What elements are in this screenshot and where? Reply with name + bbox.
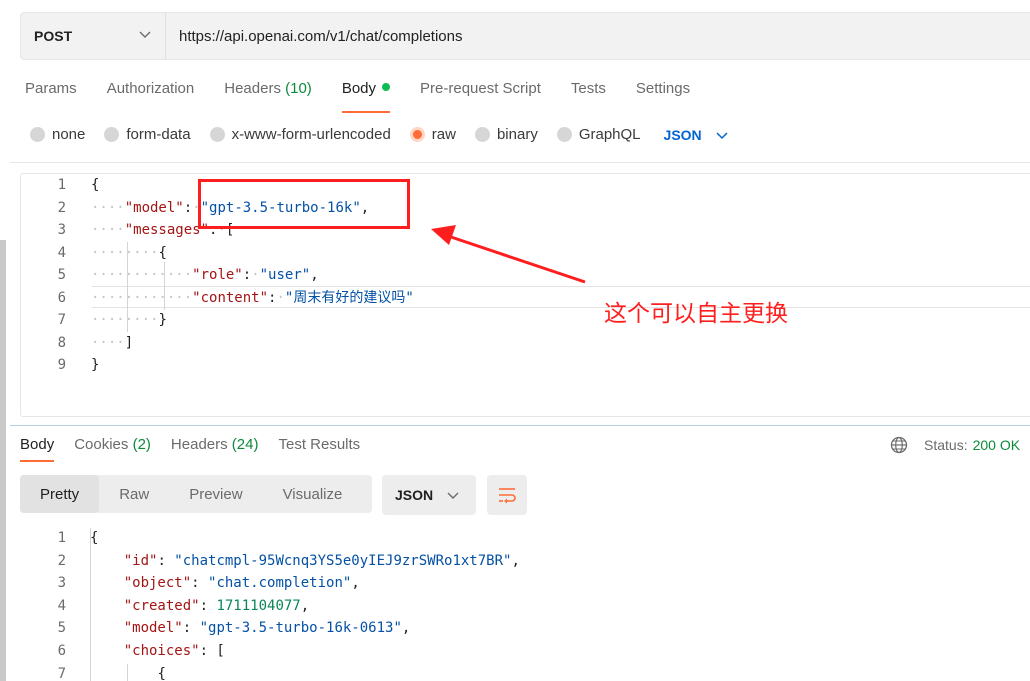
tab-settings[interactable]: Settings <box>636 80 690 106</box>
radio-none[interactable]: none <box>30 126 85 143</box>
url-input[interactable]: https://api.openai.com/v1/chat/completio… <box>166 28 463 45</box>
wrap-lines-icon <box>499 488 516 504</box>
code-line-1: { <box>91 177 100 193</box>
view-mode-raw[interactable]: Raw <box>99 475 169 513</box>
response-line-7: { <box>157 665 166 681</box>
response-tab-cookies[interactable]: Cookies (2) <box>74 436 151 453</box>
radio-graphql[interactable]: GraphQL <box>556 126 641 143</box>
radio-circle <box>209 127 225 142</box>
status-value: 200 OK <box>972 437 1021 453</box>
radio-circle-selected <box>409 127 425 142</box>
chevron-down-icon <box>139 31 151 38</box>
status-label: Status: <box>924 437 968 453</box>
code-line-6: ············"content":·"周末有好的建议吗" <box>91 289 414 306</box>
radio-x-www-form-urlencoded[interactable]: x-www-form-urlencoded <box>209 126 391 143</box>
response-tab-test-results[interactable]: Test Results <box>278 436 360 453</box>
response-line-5: "model": "gpt-3.5-turbo-16k-0613", <box>123 620 411 637</box>
tab-tests[interactable]: Tests <box>571 80 606 106</box>
wrap-lines-button[interactable] <box>487 475 527 515</box>
cookies-count: (2) <box>132 436 151 453</box>
radio-form-data[interactable]: form-data <box>104 126 191 143</box>
tab-pre-request-script[interactable]: Pre-request Script <box>420 80 541 106</box>
radio-raw[interactable]: raw <box>409 126 456 143</box>
response-tab-headers[interactable]: Headers (24) <box>171 436 259 453</box>
view-mode-segment: Pretty Raw Preview Visualize <box>20 475 372 513</box>
divider <box>10 162 1030 163</box>
response-format-select[interactable]: JSON <box>382 475 476 515</box>
radio-circle <box>474 127 490 142</box>
radio-binary[interactable]: binary <box>474 126 538 143</box>
view-mode-pretty[interactable]: Pretty <box>20 475 100 513</box>
request-tabs: Params Authorization Headers (10) Body P… <box>25 80 720 113</box>
method-label: POST <box>34 28 73 44</box>
radio-circle <box>556 127 572 142</box>
tab-params[interactable]: Params <box>25 80 77 106</box>
response-status: Status: 200 OK <box>890 436 1020 454</box>
headers-count: (10) <box>285 80 312 97</box>
response-line-4: "created": 1711104077, <box>123 597 310 614</box>
annotation-highlight-box <box>198 179 410 229</box>
response-line-2: "id": "chatcmpl-95Wcnq3YS5e0yIEJ9zrSWRo1… <box>123 552 520 569</box>
code-line-7: ········} <box>91 312 167 328</box>
response-headers-count: (24) <box>231 436 259 453</box>
body-type-radios: none form-data x-www-form-urlencoded raw… <box>30 126 728 143</box>
chevron-down-icon <box>716 131 728 139</box>
radio-circle <box>104 127 120 142</box>
response-tabs: Body Cookies (2) Headers (24) Test Resul… <box>20 436 380 462</box>
globe-icon[interactable] <box>890 436 908 454</box>
code-line-8: ····] <box>91 334 134 351</box>
body-format-select[interactable]: JSON <box>664 127 728 143</box>
view-mode-visualize[interactable]: Visualize <box>263 475 363 513</box>
response-divider <box>10 425 1030 426</box>
code-line-9: } <box>91 357 100 373</box>
response-line-numbers: 1 2 3 4 5 6 7 <box>57 530 66 681</box>
tab-body[interactable]: Body <box>341 80 391 113</box>
response-line-6: "choices": [ <box>123 643 225 659</box>
chevron-down-icon <box>447 492 459 499</box>
body-indicator-dot <box>382 83 391 91</box>
tab-headers[interactable]: Headers (10) <box>224 80 312 106</box>
tab-authorization[interactable]: Authorization <box>107 80 195 106</box>
request-line-numbers: 1 2 3 4 5 6 7 8 9 <box>57 177 66 373</box>
method-select[interactable]: POST <box>21 13 166 59</box>
response-tab-body[interactable]: Body <box>20 436 55 462</box>
code-line-4: ········{ <box>91 244 167 261</box>
annotation-text: 这个可以自主更换 <box>604 301 788 327</box>
response-line-3: "object": "chat.completion", <box>123 575 360 592</box>
response-line-1: { <box>90 530 99 546</box>
view-mode-preview[interactable]: Preview <box>169 475 262 513</box>
url-bar: POST https://api.openai.com/v1/chat/comp… <box>20 12 1030 60</box>
code-line-5: ············"role":·"user", <box>91 267 319 283</box>
left-scrollbar[interactable] <box>0 240 6 681</box>
radio-circle <box>30 127 45 142</box>
